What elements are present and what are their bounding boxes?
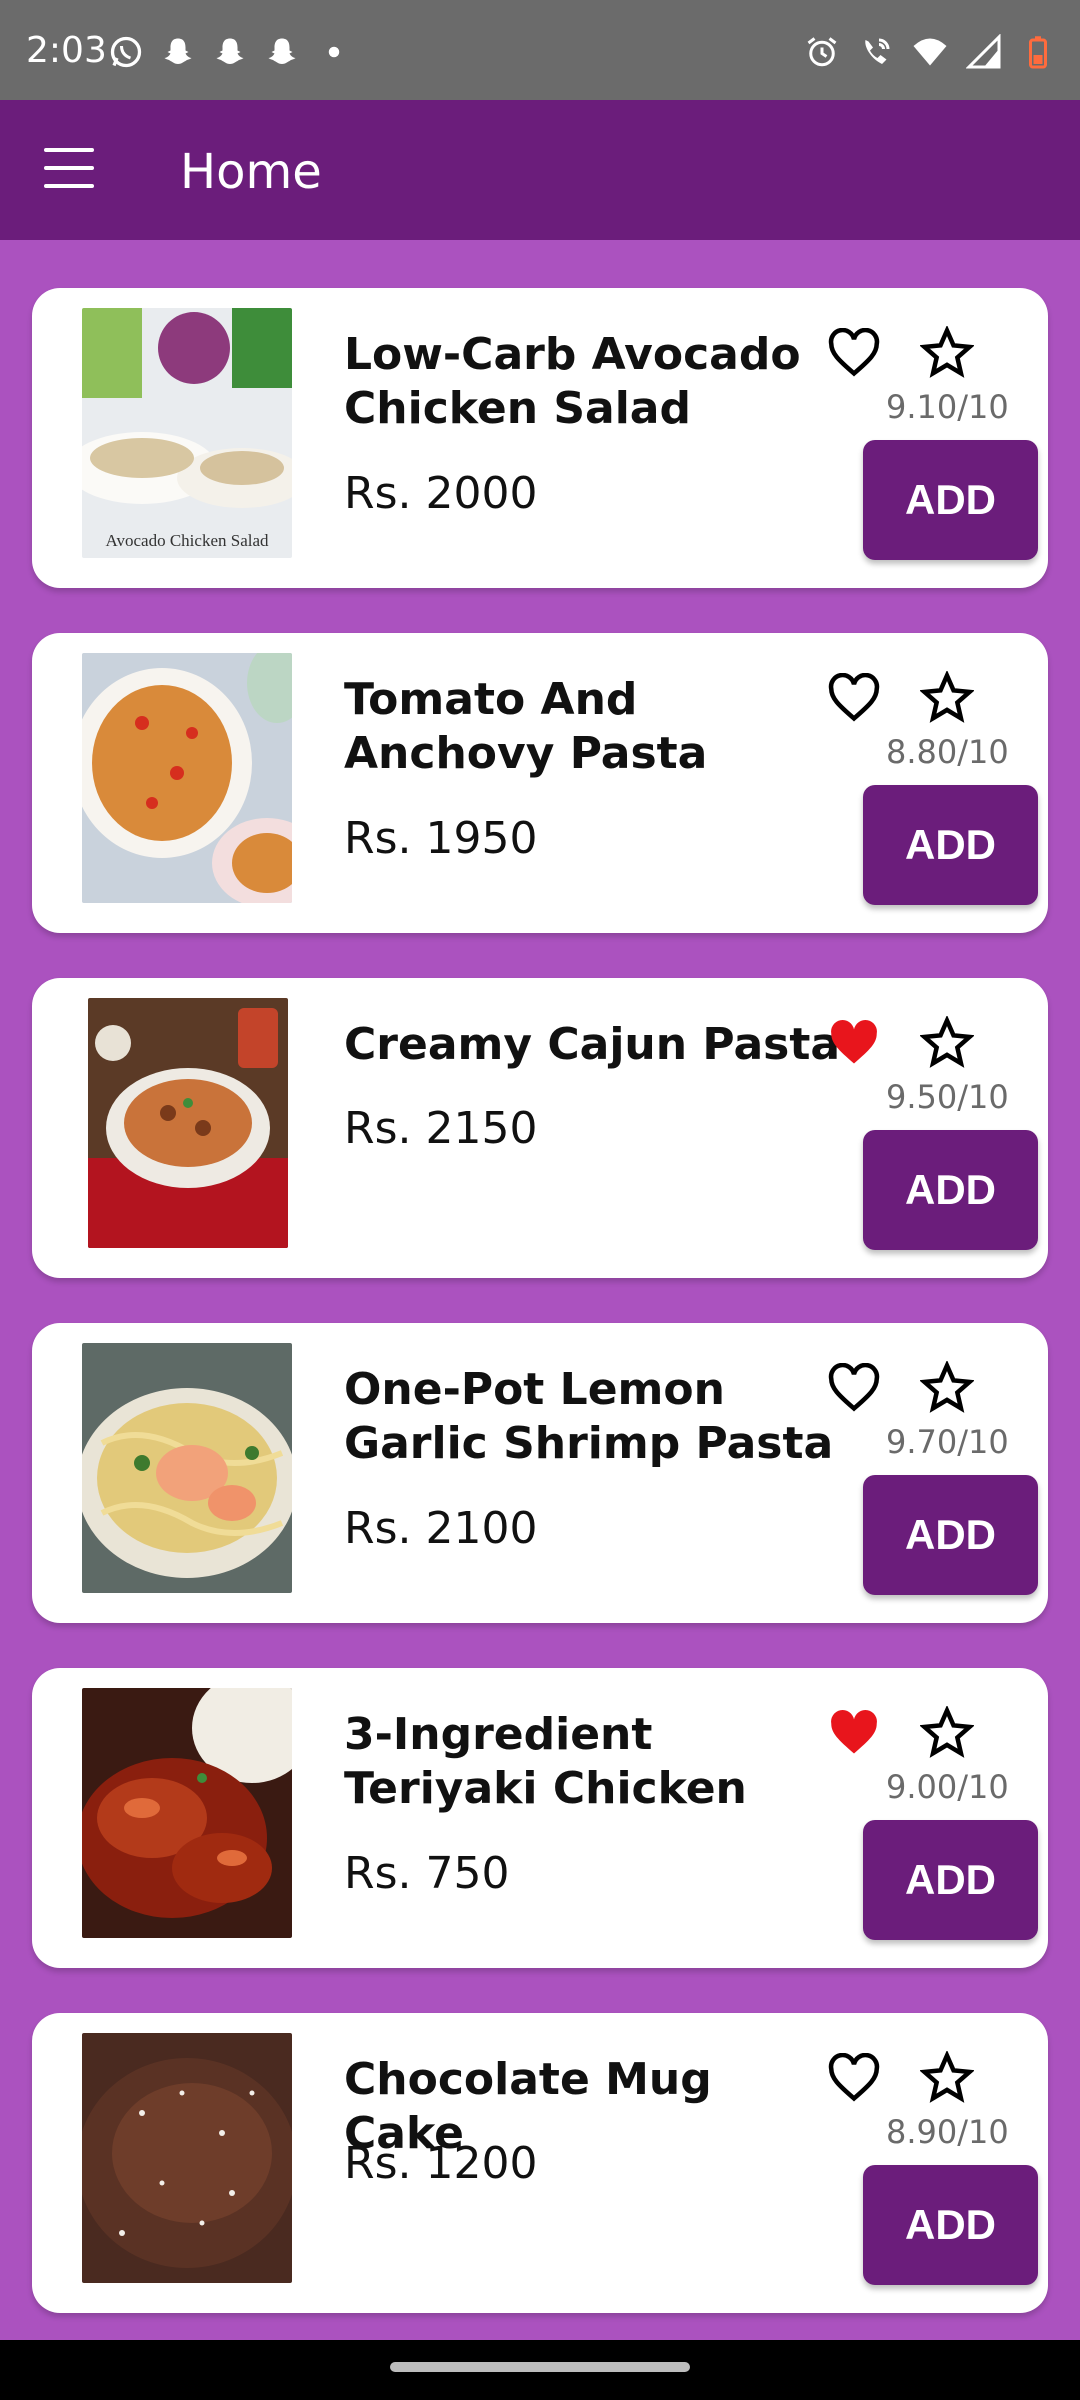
wifi-icon [913, 38, 947, 66]
image-caption: Avocado Chicken Salad [105, 531, 269, 550]
add-button[interactable]: ADD [863, 2165, 1038, 2285]
dot-icon [328, 46, 340, 58]
snapchat-icon [268, 38, 296, 64]
notification-icons [108, 34, 352, 70]
food-price: Rs. 2000 [344, 468, 538, 519]
food-name: Low-Carb Avocado Chicken Salad [344, 329, 801, 434]
rating-value: 8.90/10 [886, 2113, 1009, 2151]
star-outline-icon[interactable] [920, 1706, 974, 1760]
food-price: Rs. 2100 [344, 1503, 538, 1554]
food-price: Rs. 2150 [344, 1103, 538, 1154]
food-price: Rs. 1950 [344, 813, 538, 864]
rating-value: 9.70/10 [886, 1423, 1009, 1461]
food-image [82, 2033, 292, 2283]
alarm-icon [807, 37, 837, 67]
system-icons [804, 34, 1056, 70]
signal-icon [966, 34, 1001, 69]
add-button[interactable]: ADD [863, 1130, 1038, 1250]
wifi-call-icon [865, 38, 890, 64]
add-button[interactable]: ADD [863, 1475, 1038, 1595]
rating-value: 9.10/10 [886, 388, 1009, 426]
heart-outline-icon[interactable] [826, 1363, 882, 1413]
rating-value: 9.50/10 [886, 1078, 1009, 1116]
food-image [82, 653, 292, 903]
whatsapp-icon [110, 36, 142, 68]
food-card[interactable]: One-Pot Lemon Garlic Shrimp Pasta Rs. 21… [32, 1323, 1048, 1623]
app-bar: Home [0, 100, 1080, 240]
food-image [82, 1688, 292, 1938]
rating-value: 8.80/10 [886, 733, 1009, 771]
rating-value: 9.00/10 [886, 1768, 1009, 1806]
snapchat-icon [216, 38, 244, 64]
navigation-bar [0, 2340, 1080, 2400]
battery-low-icon [1029, 36, 1047, 69]
food-price: Rs. 750 [344, 1848, 510, 1899]
snapchat-icon [164, 38, 192, 64]
home-gesture-handle[interactable] [390, 2362, 690, 2372]
star-outline-icon[interactable] [920, 671, 974, 725]
food-image [88, 998, 288, 1248]
add-button[interactable]: ADD [863, 1820, 1038, 1940]
heart-filled-icon[interactable] [826, 1018, 882, 1068]
star-outline-icon[interactable] [920, 1016, 974, 1070]
star-outline-icon[interactable] [920, 2051, 974, 2105]
food-card[interactable]: Creamy Cajun Pasta Rs. 2150 9.50/10 ADD [32, 978, 1048, 1278]
star-outline-icon[interactable] [920, 1361, 974, 1415]
food-card[interactable]: Chocolate Mug Cake Rs. 1200 8.90/10 ADD [32, 2013, 1048, 2313]
food-name: 3-Ingredient Teriyaki Chicken [344, 1709, 747, 1814]
heart-outline-icon[interactable] [826, 2053, 882, 2103]
food-price: Rs. 1200 [344, 2138, 538, 2189]
food-card[interactable]: Avocado Chicken Salad Low-Carb Avocado C… [32, 288, 1048, 588]
status-bar: 2:03 [0, 0, 1080, 100]
heart-outline-icon[interactable] [826, 328, 882, 378]
food-name: Creamy Cajun Pasta [344, 1019, 841, 1070]
heart-outline-icon[interactable] [826, 673, 882, 723]
star-outline-icon[interactable] [920, 326, 974, 380]
page-title: Home [180, 144, 322, 200]
hamburger-menu-icon[interactable] [44, 148, 94, 192]
food-card[interactable]: 3-Ingredient Teriyaki Chicken Rs. 750 9.… [32, 1668, 1048, 1968]
food-name: One-Pot Lemon Garlic Shrimp Pasta [344, 1364, 834, 1469]
food-image: Avocado Chicken Salad [82, 308, 292, 558]
food-list: Avocado Chicken Salad Low-Carb Avocado C… [32, 288, 1048, 2358]
add-button[interactable]: ADD [863, 440, 1038, 560]
food-image [82, 1343, 292, 1593]
add-button[interactable]: ADD [863, 785, 1038, 905]
food-name: Tomato And Anchovy Pasta [344, 674, 708, 779]
heart-filled-icon[interactable] [826, 1708, 882, 1758]
status-time: 2:03 [26, 30, 107, 71]
food-card[interactable]: Tomato And Anchovy Pasta Rs. 1950 8.80/1… [32, 633, 1048, 933]
